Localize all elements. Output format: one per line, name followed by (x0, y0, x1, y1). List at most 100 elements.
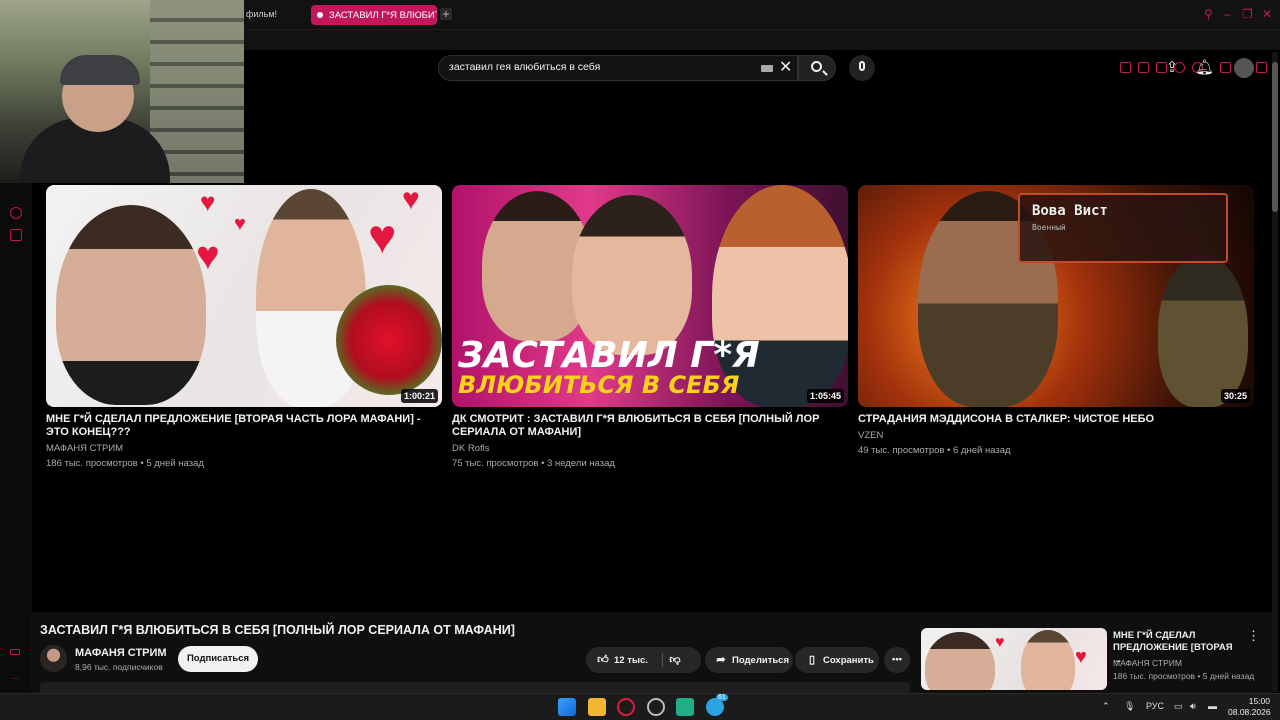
like-count: 12 тыс. (614, 655, 648, 666)
video-thumbnail[interactable]: ЗАСТАВИЛ Г*Я ВЛЮБИТЬСЯ В СЕБЯ 1:05:45 (452, 185, 848, 407)
avatar[interactable] (1234, 58, 1254, 78)
snapshot-icon[interactable] (1138, 62, 1149, 73)
keyboard-icon[interactable] (761, 65, 773, 72)
search-icon[interactable]: ⚲ (1204, 7, 1213, 21)
mic-tray-icon[interactable]: 🎙︎ (1124, 701, 1135, 712)
more-icon[interactable]: ··· (10, 673, 22, 685)
channel-avatar[interactable] (40, 645, 67, 672)
close-window-icon[interactable]: ✕ (1262, 7, 1272, 21)
thumbs-down-icon: 👎︎ (669, 654, 681, 666)
profile-icon[interactable] (1220, 62, 1231, 73)
volume-icon[interactable]: 🔊︎ (1190, 701, 1196, 712)
heart-decoration: ♥ (368, 211, 397, 264)
like-dislike-group: 👍︎ 12 тыс. 👎︎ (586, 647, 701, 673)
gx-icon[interactable] (10, 649, 20, 655)
video-thumbnail[interactable]: Вова Вист Военный 30:25 (858, 185, 1254, 407)
thumbnail-person (925, 632, 995, 690)
save-button[interactable]: ▯ Сохранить (795, 647, 879, 673)
upload-icon[interactable]: ⇪ (1163, 59, 1181, 77)
webcam-person-cap (60, 55, 140, 85)
tab-previous[interactable]: фильм! (246, 9, 277, 19)
more-icon: ••• (892, 654, 902, 665)
badge-subtitle: Военный (1032, 223, 1066, 232)
page-title: ЗАСТАВИЛ Г*Я ВЛЮБИТЬСЯ В СЕБЯ [ПОЛНЫЙ ЛО… (40, 623, 515, 637)
new-tab-icon[interactable]: + (440, 8, 452, 20)
side-panel: ··· (0, 183, 32, 693)
battery-icon[interactable]: ▬ (1208, 701, 1217, 711)
like-button[interactable]: 👍︎ 12 тыс. (596, 647, 648, 674)
heart-decoration: ♥ (234, 213, 246, 235)
badge-name: Вова Вист (1032, 203, 1108, 219)
video-card[interactable]: Вова Вист Военный 30:25 СТРАДАНИЯ МЭДДИС… (858, 185, 1254, 456)
dislike-button[interactable]: 👎︎ (668, 647, 686, 674)
video-channel[interactable]: VZEN (858, 430, 1254, 441)
app-icon[interactable] (647, 698, 665, 716)
search-input[interactable] (449, 61, 749, 73)
share-label: Поделиться (732, 655, 790, 666)
video-meta: 49 тыс. просмотров • 6 дней назад (858, 445, 1011, 456)
video-channel[interactable]: МАФАНЯ СТРИМ (46, 443, 442, 454)
opera-gx-icon[interactable] (617, 698, 635, 716)
video-card[interactable]: ЗАСТАВИЛ Г*Я ВЛЮБИТЬСЯ В СЕБЯ 1:05:45 ДК… (452, 185, 848, 469)
divider (662, 653, 663, 667)
more-actions-button[interactable]: ••• (884, 647, 910, 673)
heart-decoration: ♥ (402, 185, 420, 216)
clear-icon[interactable]: ✕ (779, 59, 792, 77)
recommended-thumbnail[interactable]: ♥ ♥ (921, 628, 1107, 690)
recommended-meta: 186 тыс. просмотров • 5 дней назад (1113, 671, 1255, 681)
roses-decoration (336, 285, 442, 395)
thumbnail-person (572, 195, 692, 355)
clock-time: 15:00 (1248, 696, 1270, 706)
heart-decoration: ♥ (995, 634, 1005, 651)
video-title[interactable]: СТРАДАНИЯ МЭДДИСОНА В СТАЛКЕР: ЧИСТОЕ НЕ… (858, 413, 1254, 426)
search-box[interactable]: ✕ (438, 55, 798, 81)
thumbnail-person (1021, 630, 1075, 690)
heart-decoration: ♥ (200, 187, 216, 217)
recommended-video[interactable]: ♥ ♥ МНЕ Г*Й СДЕЛАЛ ПРЕДЛОЖЕНИЕ [ВТОРАЯ .… (921, 628, 1266, 690)
thumbnail-caption-line1: ЗАСТАВИЛ Г*Я (458, 335, 760, 376)
bookmark-icon: ▯ (808, 654, 816, 666)
scrollbar-thumb[interactable] (1272, 62, 1278, 212)
subscriber-count: 8,96 тыс. подписчиков (75, 662, 163, 672)
bell-icon[interactable]: 🔔︎ (1195, 59, 1214, 77)
tab-active[interactable]: ЗАСТАВИЛ Г*Я ВЛЮБИТЬ (311, 5, 437, 25)
settings-icon[interactable] (10, 229, 22, 241)
share-icon: ➦ (716, 654, 726, 666)
tray-expand-icon[interactable]: ⌃ (1102, 701, 1110, 712)
thumbnail-caption-line2: ВЛЮБИТЬСЯ В СЕБЯ (458, 371, 740, 399)
recommended-channel[interactable]: МАФАНЯ СТРИМ (1113, 658, 1182, 668)
minimize-icon[interactable]: – (1224, 7, 1231, 21)
history-icon[interactable] (10, 207, 22, 219)
video-title[interactable]: МНЕ Г*Й СДЕЛАЛ ПРЕДЛОЖЕНИЕ [ВТОРАЯ ЧАСТЬ… (46, 413, 442, 439)
description-box[interactable] (40, 682, 910, 693)
voice-search-button[interactable] (849, 55, 875, 81)
clock-date: 08.08.2026 (1228, 707, 1271, 717)
channel-name[interactable]: МАФАНЯ СТРИМ (75, 647, 167, 659)
video-card[interactable]: ♥ ♥ ♥ ♥ ♥ 1:00:21 МНЕ Г*Й СДЕЛАЛ ПРЕДЛОЖ… (46, 185, 442, 469)
kebab-menu-icon[interactable]: ⋮ (1247, 628, 1260, 644)
app-icon[interactable] (676, 698, 694, 716)
video-info-panel: ЗАСТАВИЛ Г*Я ВЛЮБИТЬСЯ В СЕБЯ [ПОЛНЫЙ ЛО… (30, 612, 1272, 693)
maximize-icon[interactable]: ❐ (1242, 7, 1253, 21)
video-title[interactable]: ДК СМОТРИТ : ЗАСТАВИЛ Г*Я ВЛЮБИТЬСЯ В СЕ… (452, 413, 848, 439)
video-thumbnail[interactable]: ♥ ♥ ♥ ♥ ♥ 1:00:21 (46, 185, 442, 407)
file-explorer-icon[interactable] (588, 698, 606, 716)
network-icon[interactable]: ▭ (1174, 701, 1183, 712)
language-indicator[interactable]: РУС (1146, 701, 1164, 711)
telegram-icon[interactable]: 61 (706, 694, 728, 716)
video-duration: 30:25 (1220, 389, 1250, 403)
search-button[interactable] (798, 55, 836, 81)
share-button[interactable]: ➦ Поделиться (705, 647, 793, 673)
windows-start-icon[interactable] (558, 698, 576, 716)
menu-icon[interactable] (1256, 62, 1267, 73)
clock[interactable]: 15:00 08.08.2026 (1228, 696, 1271, 718)
scrollbar[interactable] (1272, 52, 1278, 692)
character-badge: Вова Вист Военный (1018, 193, 1228, 263)
video-channel[interactable]: DK Rofls (452, 443, 848, 454)
thumbnail-soldier (1158, 255, 1248, 407)
video-duration: 1:00:21 (400, 389, 438, 403)
video-meta: 186 тыс. просмотров • 5 дней назад (46, 458, 204, 469)
search-icon (811, 61, 822, 72)
subscribe-button[interactable]: Подписаться (178, 646, 258, 672)
pin-icon[interactable] (1120, 62, 1131, 73)
